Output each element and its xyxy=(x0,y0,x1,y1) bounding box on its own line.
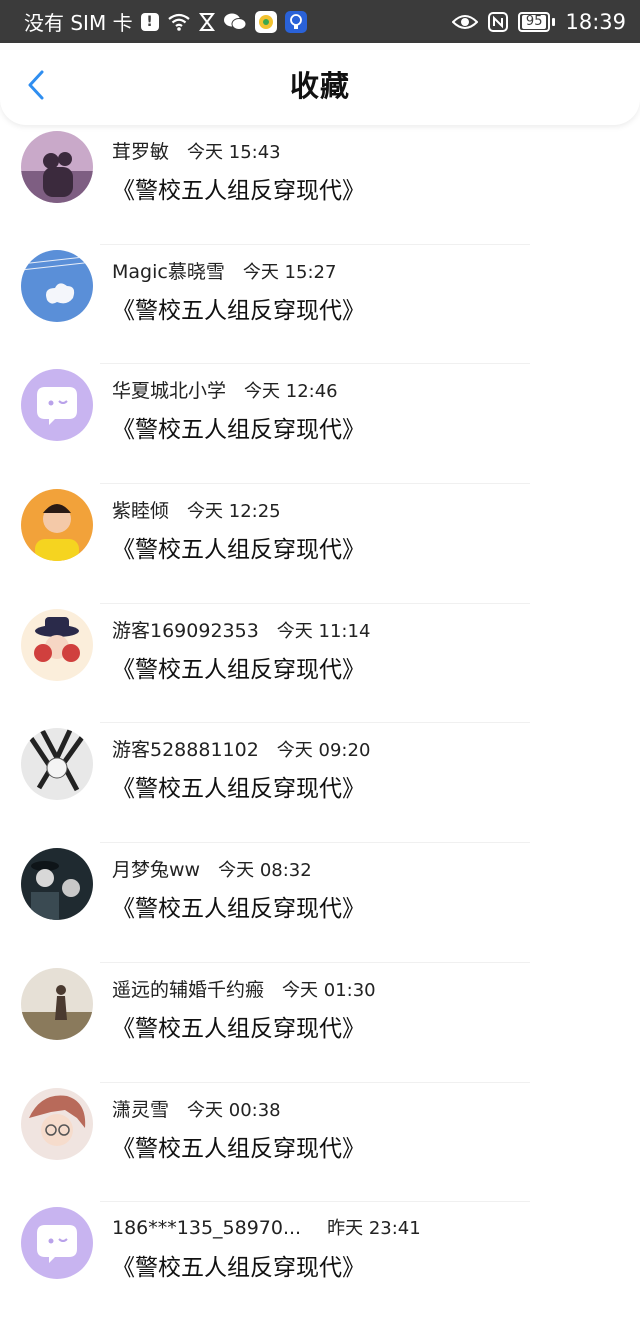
book-title[interactable]: 《警校五人组反穿现代》 xyxy=(112,650,365,684)
list-item[interactable]: 月梦兔ww 今天 08:32 《警校五人组反穿现代》 xyxy=(0,843,640,963)
user-name: 华夏城北小学 xyxy=(112,380,227,403)
timestamp: 今天 12:25 xyxy=(187,501,281,523)
list-item[interactable]: 华夏城北小学 今天 12:46 《警校五人组反穿现代》 xyxy=(0,364,640,485)
list-item[interactable]: Magic慕晓雪 今天 15:27 《警校五人组反穿现代》 xyxy=(0,245,640,365)
list-item[interactable]: 遥远的辅婚千约瘢 今天 01:30 《警校五人组反穿现代》 xyxy=(0,963,640,1083)
favorites-list: 茸罗敏 今天 15:43 《警校五人组反穿现代》 Magic慕晓雪 今天 15:… xyxy=(0,125,640,1322)
book-title[interactable]: 《警校五人组反穿现代》 xyxy=(112,1248,365,1282)
avatar xyxy=(21,131,93,203)
user-name: 茸罗敏 xyxy=(112,141,170,163)
timestamp: 今天 01:30 xyxy=(282,979,376,1001)
default-avatar xyxy=(21,369,93,442)
status-bar: 没有 SIM 卡 ! 95 18:39 xyxy=(0,0,640,43)
timestamp: 昨天 23:41 xyxy=(327,1218,421,1240)
list-item[interactable]: 紫睦倾 今天 12:25 《警校五人组反穿现代》 xyxy=(0,484,640,604)
wifi-icon xyxy=(167,13,190,31)
wechat-icon xyxy=(223,13,247,30)
book-title[interactable]: 《警校五人组反穿现代》 xyxy=(112,1129,365,1163)
timestamp: 今天 11:14 xyxy=(276,620,371,642)
book-title[interactable]: 《警校五人组反穿现代》 xyxy=(112,410,365,444)
list-item[interactable]: 潇灵雪 今天 00:38 《警校五人组反穿现代》 xyxy=(0,1083,640,1203)
timestamp: 今天 08:32 xyxy=(218,860,312,882)
nfc-icon xyxy=(487,11,508,32)
book-title[interactable]: 《警校五人组反穿现代》 xyxy=(112,171,365,205)
bulb-app-icon xyxy=(284,10,307,33)
avatar xyxy=(21,848,93,921)
list-item[interactable]: 游客169092353 今天 11:14 《警校五人组反穿现代》 xyxy=(0,604,640,724)
user-name: 遥远的辅婚千约瘢 xyxy=(112,978,265,1001)
avatar xyxy=(21,967,93,1040)
avatar xyxy=(21,249,93,322)
user-name: Magic慕晓雪 xyxy=(112,260,225,283)
list-item[interactable]: 游客528881102 今天 09:20 《警校五人组反穿现代》 xyxy=(0,723,640,844)
book-title[interactable]: 《警校五人组反穿现代》 xyxy=(112,769,365,803)
list-item[interactable]: 186***135_58970... 昨天 23:41 《警校五人组反穿现代》 xyxy=(0,1202,640,1322)
timestamp: 今天 12:46 xyxy=(244,381,338,403)
book-title[interactable]: 《警校五人组反穿现代》 xyxy=(112,889,365,923)
timestamp: 今天 00:38 xyxy=(187,1099,281,1121)
back-button[interactable] xyxy=(18,67,54,103)
battery-level: 95 xyxy=(521,14,547,29)
avatar xyxy=(21,1087,93,1160)
page-title: 收藏 xyxy=(289,69,350,103)
clock: 18:39 xyxy=(565,9,626,34)
book-title[interactable]: 《警校五人组反穿现代》 xyxy=(112,291,365,325)
user-name: 月梦兔ww xyxy=(112,859,201,882)
avatar xyxy=(21,728,93,801)
default-avatar xyxy=(21,1207,93,1280)
timestamp: 今天 09:20 xyxy=(276,740,371,762)
book-title[interactable]: 《警校五人组反穿现代》 xyxy=(112,1009,365,1043)
book-title[interactable]: 《警校五人组反穿现代》 xyxy=(112,530,365,564)
user-name: 游客169092353 xyxy=(112,619,259,642)
timestamp: 今天 15:43 xyxy=(187,142,281,163)
app-notification-icon xyxy=(254,10,277,33)
battery-tip xyxy=(552,17,556,26)
carrier-label: 没有 SIM 卡 xyxy=(24,11,133,35)
avatar xyxy=(21,489,93,562)
user-name: 紫睦倾 xyxy=(112,500,170,523)
battery-icon: 95 xyxy=(517,11,551,32)
user-name: 潇灵雪 xyxy=(112,1098,170,1121)
timestamp: 今天 15:27 xyxy=(242,261,337,283)
hourglass-icon xyxy=(198,12,215,31)
list-item[interactable]: 茸罗敏 今天 15:43 《警校五人组反穿现代》 xyxy=(0,125,640,245)
user-name: 186***135_58970... xyxy=(112,1217,302,1240)
user-name: 游客528881102 xyxy=(112,739,259,762)
eye-icon xyxy=(451,14,478,29)
sim-alert-icon: ! xyxy=(140,12,159,31)
header-bar: 收藏 xyxy=(0,43,640,125)
chevron-left-icon xyxy=(28,70,44,100)
avatar xyxy=(21,608,93,681)
